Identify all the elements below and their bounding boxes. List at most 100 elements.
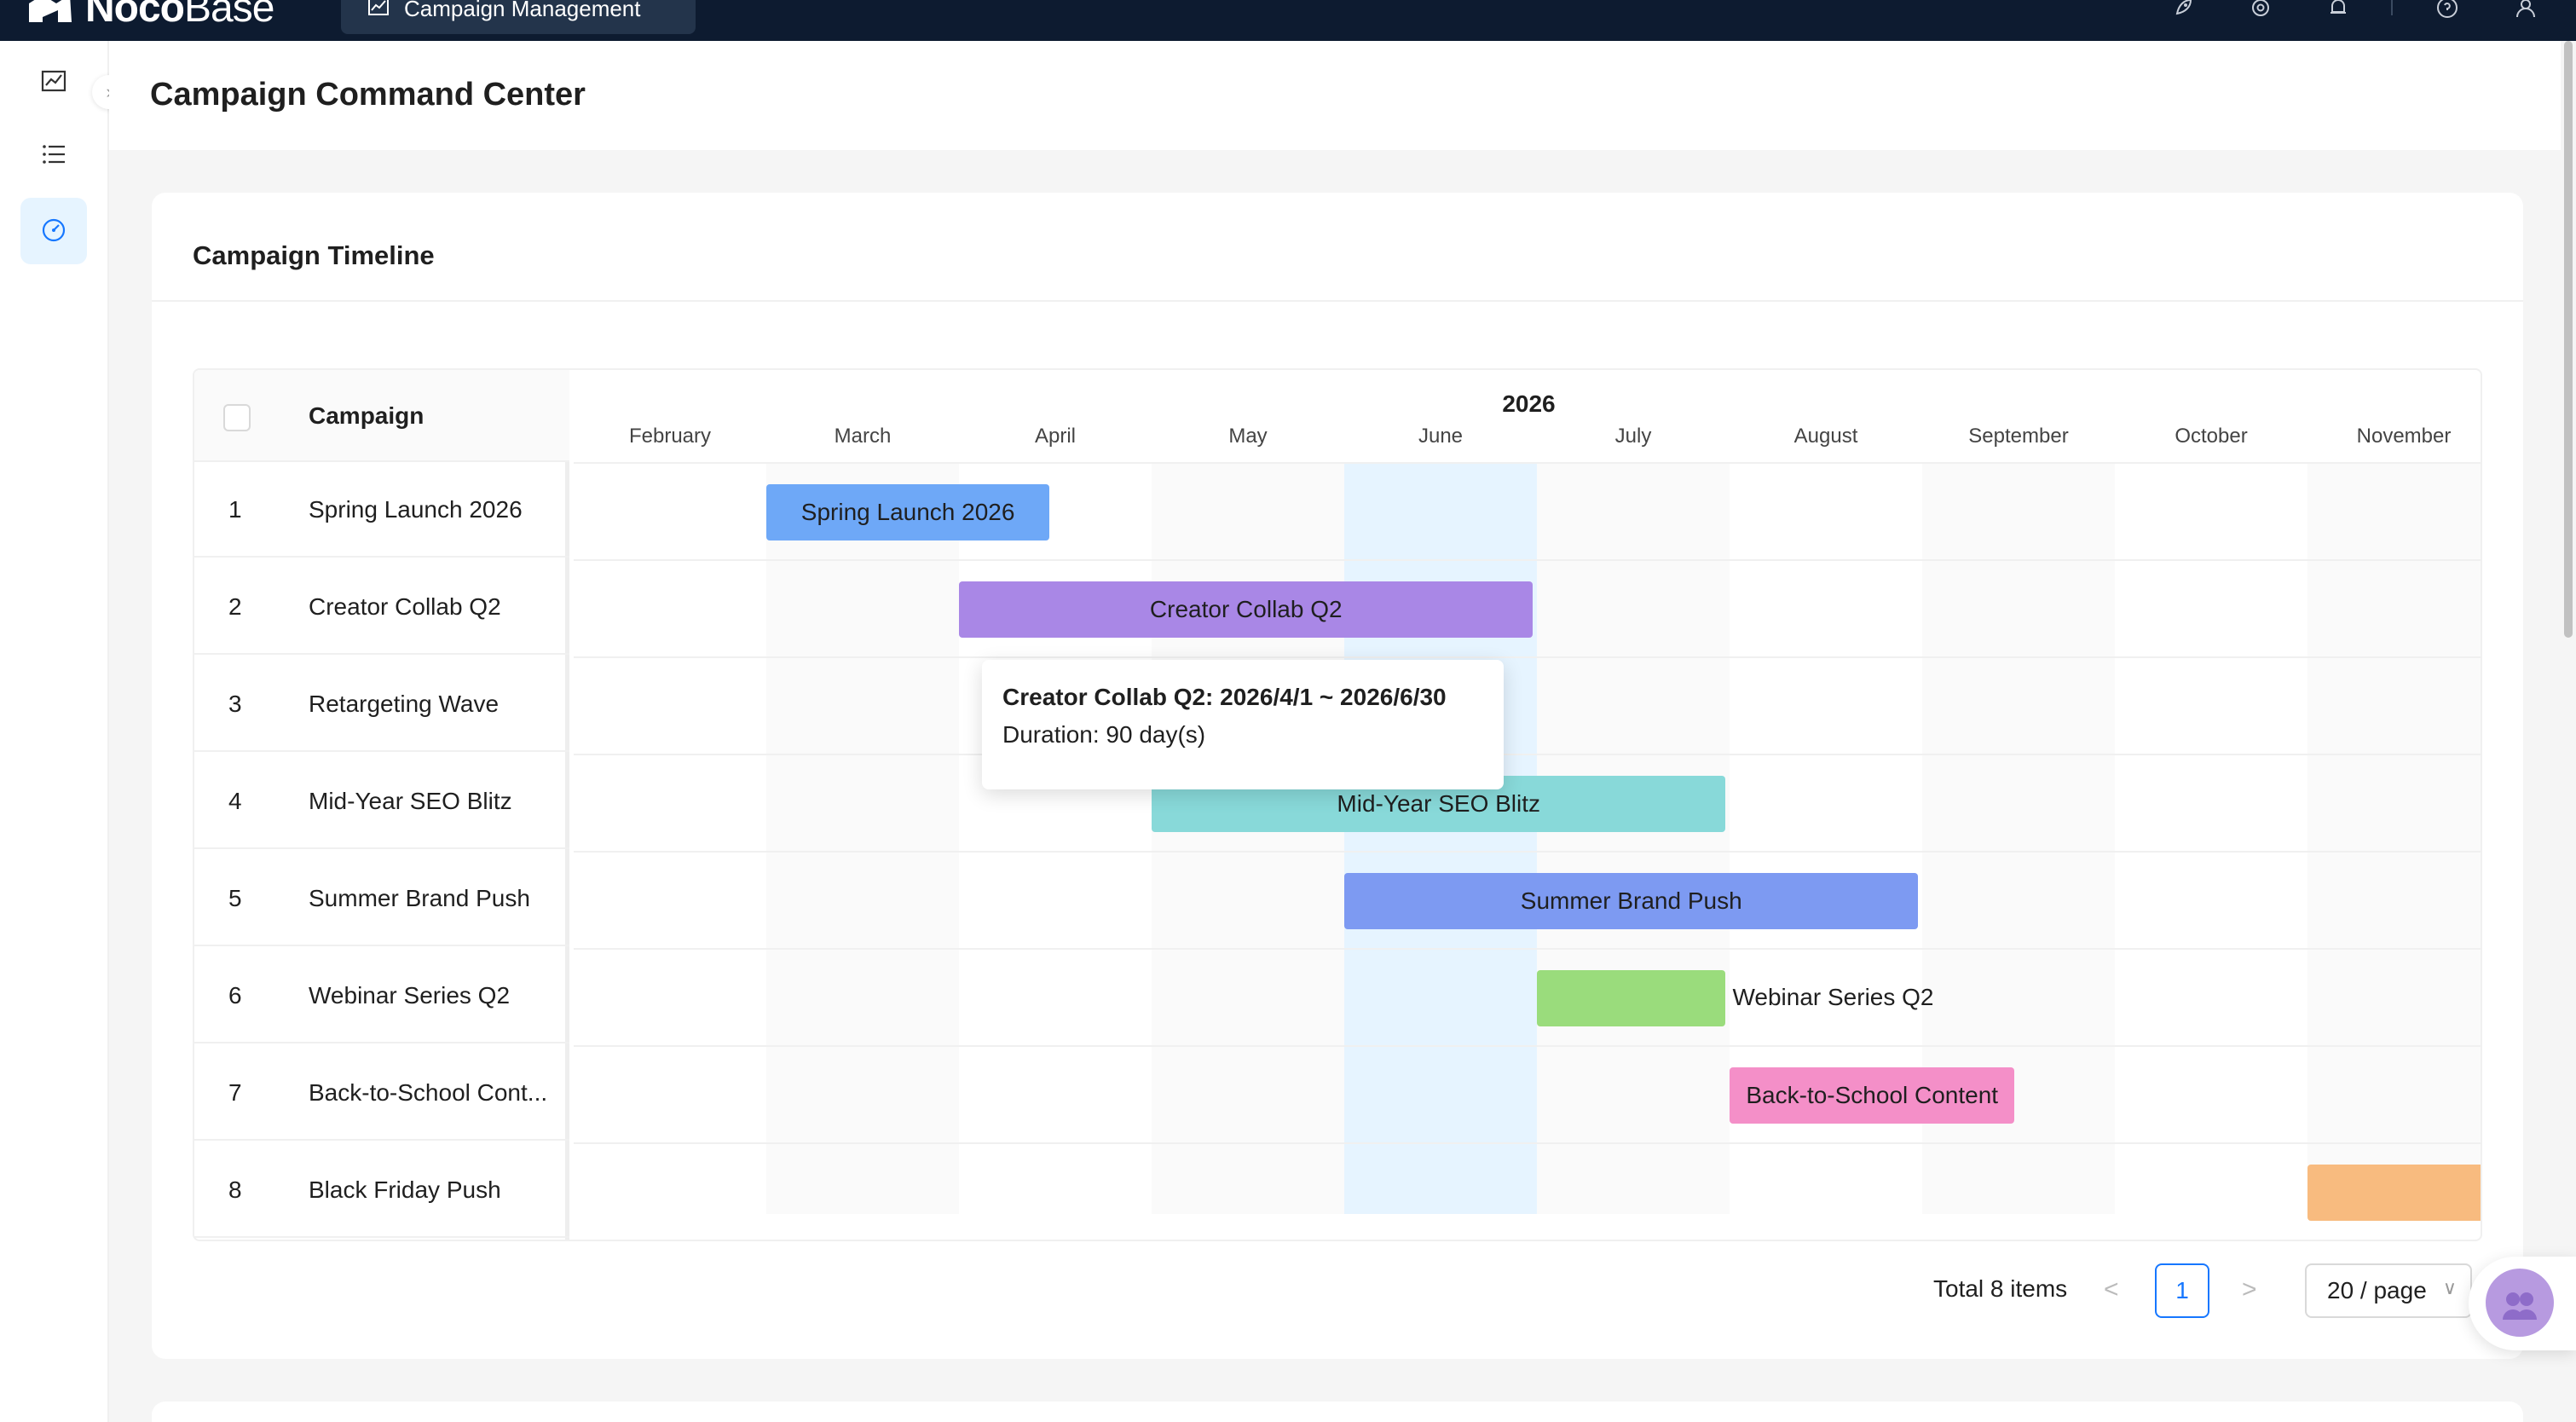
table-row[interactable]: 3 Retargeting Wave [194,658,569,752]
today-column-highlight [1344,464,1537,1214]
row-divider [574,1045,2481,1047]
row-number: 4 [228,788,242,814]
floating-help-button[interactable] [2469,1257,2576,1350]
table-row[interactable]: 6 Webinar Series Q2 [194,950,569,1043]
prev-page-button[interactable]: < [2104,1275,2119,1304]
table-row[interactable]: 4 Mid-Year SEO Blitz [194,755,569,849]
row-divider [574,948,2481,950]
month-column [766,464,959,1214]
table-row[interactable]: 2 Creator Collab Q2 [194,561,569,655]
logo-text-bold: Noco [85,0,185,31]
next-card [152,1402,2523,1422]
assistant-avatar-icon [2486,1269,2554,1337]
page-size-select[interactable]: 20 / page ∨ [2305,1263,2472,1318]
month-label: June [1418,425,1464,448]
gantt-bar[interactable]: Back-to-School Content [1730,1067,2015,1124]
left-sidebar [0,41,109,1422]
card-title: Campaign Timeline [193,240,435,270]
page-1-button[interactable]: 1 [2155,1263,2209,1318]
rocket-icon[interactable] [2170,0,2196,20]
gantt-bar[interactable]: Summer Brand Push [1344,873,1919,929]
help-icon[interactable] [2434,0,2460,20]
month-label: November [2356,425,2452,448]
row-number: 1 [228,496,242,523]
gantt-task-list: Campaign 1 Spring Launch 2026 2 Creator Col… [194,370,569,1240]
month-column [2307,464,2481,1214]
month-column [959,464,1152,1214]
tab-campaign-management[interactable]: Campaign Management [341,0,696,34]
table-row[interactable]: 5 Summer Brand Push [194,853,569,946]
campaign-name: Creator Collab Q2 [309,593,501,620]
topbar-divider [2391,0,2393,15]
gantt-table-header: Campaign [194,370,569,462]
chart-icon [39,66,68,100]
row-divider [574,754,2481,755]
list-icon [39,140,68,173]
bell-icon[interactable] [2325,0,2351,20]
row-divider [574,851,2481,853]
month-column [2115,464,2307,1214]
month-column [1152,464,1344,1214]
row-number: 2 [228,593,242,620]
bar-label: Mid-Year SEO Blitz [1337,790,1541,817]
timeline-year: 2026 [1502,390,1556,417]
row-divider [574,1240,2482,1241]
select-all-checkbox[interactable] [223,404,251,431]
gear-icon[interactable] [2248,0,2273,20]
bar-label: Creator Collab Q2 [1149,596,1343,622]
card-divider [152,300,2523,302]
gantt-bar[interactable]: Creator Collab Q2 [959,581,1533,638]
campaign-name: Spring Launch 2026 [309,496,523,523]
gantt-bar[interactable] [1537,970,1726,1026]
row-divider [574,1142,2481,1144]
month-column [574,464,766,1214]
chart-icon [367,0,390,24]
campaign-name: Retargeting Wave [309,691,500,717]
sidebar-item-list[interactable] [20,123,87,189]
page-scrollbar[interactable] [2561,41,2576,1422]
bar-label: Back-to-School Content [1746,1082,1999,1108]
row-divider [574,559,2481,561]
month-column [1537,464,1730,1214]
tooltip-duration: Duration: 90 day(s) [1002,721,1206,748]
month-label: October [2175,425,2248,448]
top-navbar: NocoBase Campaign Management [0,0,2576,41]
month-label: March [834,425,892,448]
table-row[interactable]: 7 Back-to-School Cont... [194,1047,569,1141]
sidebar-item-chart[interactable] [20,49,87,116]
sidebar-item-dashboard[interactable] [20,198,87,264]
campaign-name: Back-to-School Cont... [309,1079,548,1106]
page-header: Campaign Command Center [109,41,2576,150]
tooltip-title: Creator Collab Q2: 2026/4/1 ~ 2026/6/30 [1002,684,1447,710]
table-row[interactable]: 1 Spring Launch 2026 [194,464,569,558]
month-label: September [1968,425,2069,448]
row-number: 7 [228,1079,242,1106]
row-number: 6 [228,982,242,1009]
tab-label: Campaign Management [404,0,641,21]
row-number: 8 [228,1176,242,1203]
next-page-button[interactable]: > [2242,1275,2257,1304]
campaign-column-header: Campaign [309,402,425,429]
gantt-timeline[interactable]: 2026 February March April May June July August… [574,370,2482,1241]
campaign-name: Webinar Series Q2 [309,982,511,1009]
row-number: 3 [228,691,242,717]
gantt-bar[interactable] [2307,1165,2481,1221]
table-row[interactable]: 8 Black Friday Push [194,1144,569,1238]
page-title: Campaign Command Center [150,77,586,113]
month-label: August [1793,425,1858,448]
gantt-chart: Campaign 1 Spring Launch 2026 2 Creator Col… [193,368,2482,1241]
gantt-bar[interactable]: Spring Launch 2026 [766,484,1050,540]
logo-text: NocoBase [85,0,274,29]
row-divider [574,656,2481,658]
row-number: 5 [228,885,242,911]
campaign-name: Summer Brand Push [309,885,530,911]
month-label: May [1228,425,1268,448]
bar-label: Webinar Series Q2 [1732,984,1934,1010]
logo-text-thin: Base [184,0,274,31]
user-icon[interactable] [2513,0,2538,20]
app-logo[interactable]: NocoBase [26,0,274,29]
bar-label: Summer Brand Push [1520,887,1742,914]
chevron-down-icon: ∨ [2442,1277,2457,1298]
scrollbar-thumb[interactable] [2564,41,2573,638]
month-label: July [1614,425,1652,448]
